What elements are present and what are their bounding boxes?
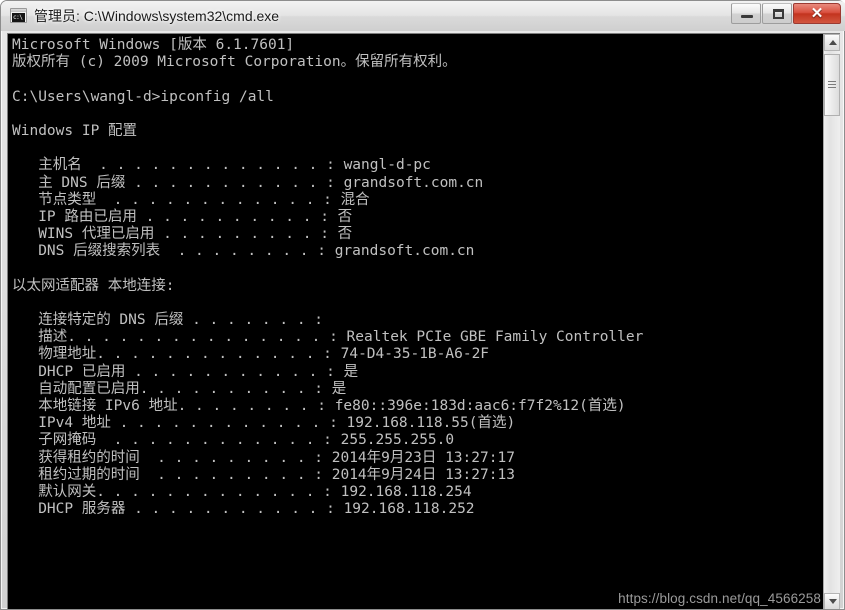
title-bar[interactable]: c:\ 管理员: C:\Windows\system32\cmd.exe ✕ [1, 1, 845, 31]
cmd-icon: c:\ [10, 8, 27, 23]
console-line: 获得租约的时间 . . . . . . . . . : 2014年9月23日 1… [12, 449, 515, 466]
console-line: 节点类型 . . . . . . . . . . . . : 混合 [12, 191, 370, 208]
maximize-icon [773, 9, 784, 19]
console-scrollbar[interactable] [823, 34, 840, 609]
chevron-down-icon [829, 599, 837, 604]
console-line: 租约过期的时间 . . . . . . . . . : 2014年9月24日 1… [12, 466, 515, 483]
window-controls: ✕ [731, 3, 841, 25]
console-line: IP 路由已启用 . . . . . . . . . . : 否 [12, 208, 353, 225]
console-line: 主 DNS 后缀 . . . . . . . . . . . : grandso… [12, 174, 484, 191]
close-button[interactable]: ✕ [793, 3, 841, 24]
minimize-button[interactable] [731, 3, 761, 24]
console-line: 以太网适配器 本地连接: [12, 277, 175, 294]
console-line: DHCP 已启用 . . . . . . . . . . . : 是 [12, 363, 359, 380]
console-line: 自动配置已启用. . . . . . . . . . : 是 [12, 380, 347, 397]
console-line: 物理地址. . . . . . . . . . . . . : 74-D4-35… [12, 346, 490, 363]
console-line: 本地链接 IPv6 地址. . . . . . . . : fe80::396e… [12, 397, 626, 414]
chevron-up-icon [829, 40, 837, 45]
window-title: 管理员: C:\Windows\system32\cmd.exe [34, 8, 280, 24]
console-line: 主机名 . . . . . . . . . . . . . : wangl-d-… [12, 157, 431, 174]
scrollbar-thumb[interactable] [824, 54, 840, 116]
console-line: 版权所有 (c) 2009 Microsoft Corporation。保留所有… [12, 54, 457, 71]
console-line: WINS 代理已启用 . . . . . . . . . : 否 [12, 226, 353, 243]
console-line: DNS 后缀搜索列表 . . . . . . . . : grandsoft.c… [12, 243, 475, 260]
console-line: 子网掩码 . . . . . . . . . . . . : 255.255.2… [12, 432, 455, 449]
console-client-area: Microsoft Windows [版本 6.1.7601] 版权所有 (c) … [7, 33, 840, 609]
console-output[interactable]: Microsoft Windows [版本 6.1.7601] 版权所有 (c) … [8, 34, 824, 609]
maximize-button[interactable] [762, 3, 792, 24]
close-icon: ✕ [810, 5, 824, 22]
watermark-text: https://blog.csdn.net/qq_4566258 [618, 591, 821, 606]
console-line: DHCP 服务器 . . . . . . . . . . . : 192.168… [12, 501, 475, 518]
minimize-icon [741, 15, 753, 18]
cmd-icon-screen: c:\ [12, 13, 25, 22]
console-line: Microsoft Windows [版本 6.1.7601] [12, 37, 295, 53]
console-line: 默认网关. . . . . . . . . . . . . : 192.168.… [12, 483, 472, 500]
cmd-icon-titlebar [11, 9, 26, 12]
console-line: IPv4 地址 . . . . . . . . . . . . : 192.16… [12, 415, 516, 432]
scrollbar-grip-icon [828, 81, 836, 89]
scrollbar-up-button[interactable] [824, 34, 840, 51]
console-line: Windows IP 配置 [12, 122, 138, 139]
scrollbar-down-button[interactable] [824, 593, 840, 609]
console-line: C:\Users\wangl-d>ipconfig /all [12, 88, 274, 105]
console-line: 连接特定的 DNS 后缀 . . . . . . . : [12, 312, 324, 328]
console-line: 描述. . . . . . . . . . . . . . . : Realte… [12, 329, 644, 346]
cmd-window: c:\ 管理员: C:\Windows\system32\cmd.exe ✕ M… [0, 0, 845, 610]
